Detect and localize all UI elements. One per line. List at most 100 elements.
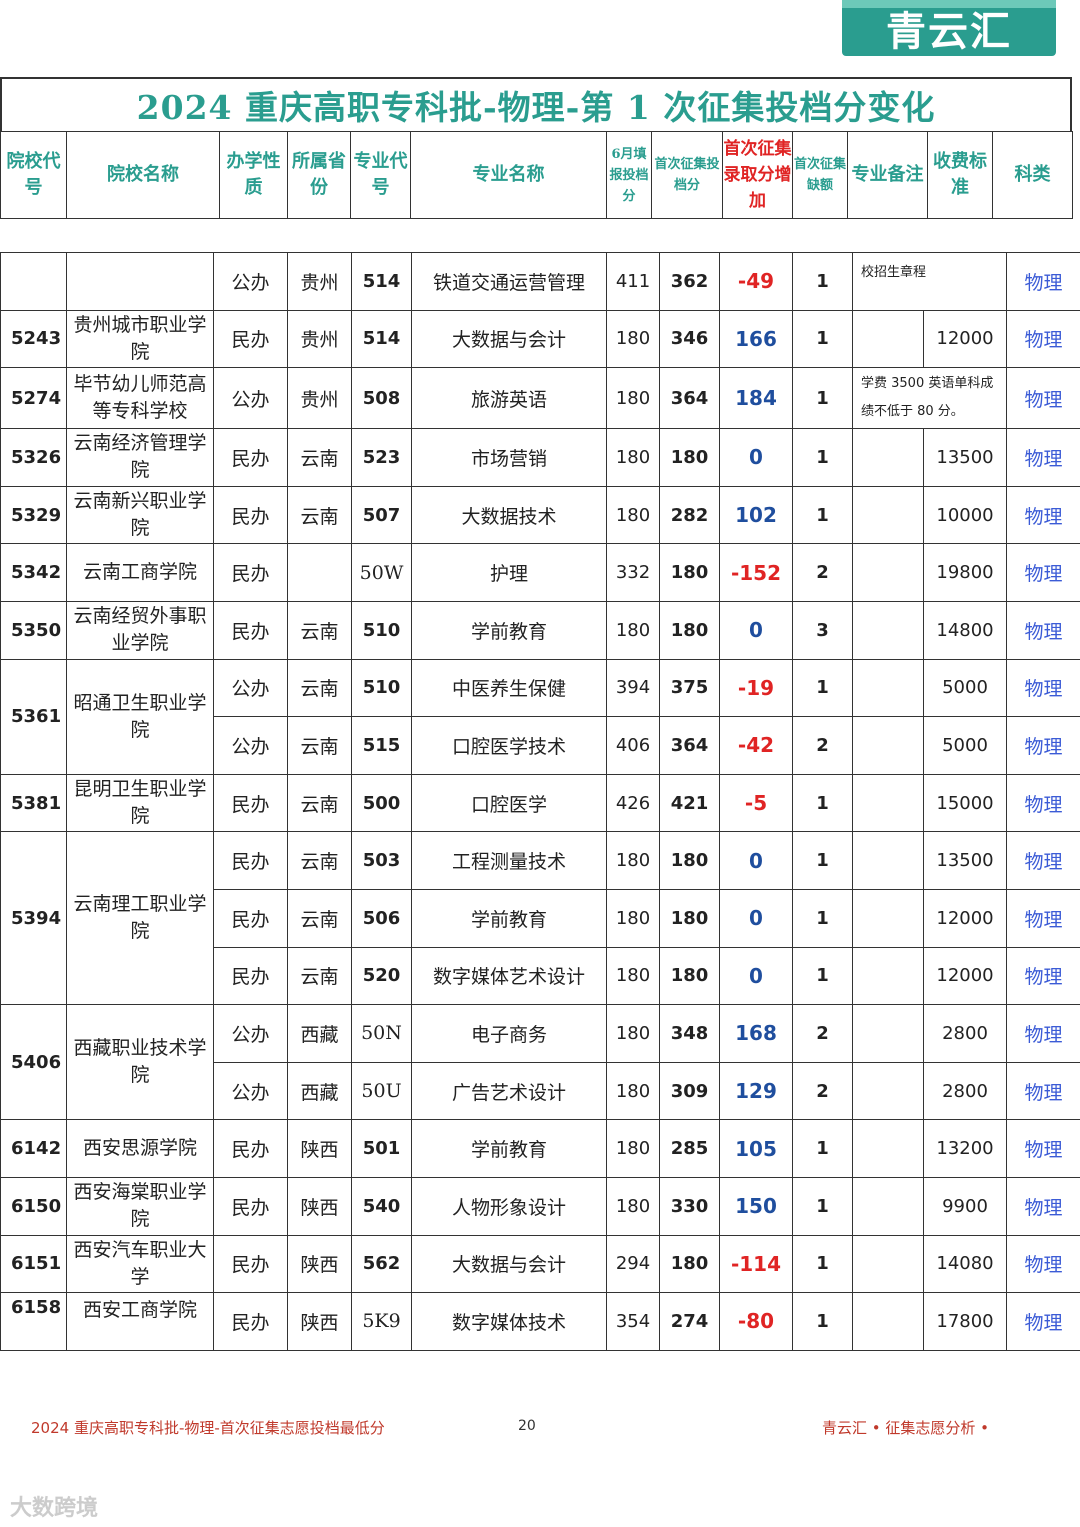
cell-major-name: 大数据技术	[411, 485, 607, 545]
cell-increase: 150	[719, 1176, 793, 1236]
cell-category: 物理	[1006, 600, 1080, 660]
cell-province: 云南	[287, 831, 352, 890]
cell-increase: 105	[719, 1119, 793, 1178]
header-remark: 专业备注	[847, 131, 928, 219]
cell-ownership: 民办	[213, 1176, 288, 1236]
cell-june-score: 411	[606, 252, 660, 311]
cell-category: 物理	[1006, 773, 1080, 833]
cell-remark	[852, 888, 924, 948]
cell-remark	[852, 773, 924, 833]
cell-remark	[852, 1292, 924, 1351]
cell-ownership: 民办	[213, 600, 288, 660]
header-school-name: 院校名称	[66, 131, 220, 219]
cell-increase: 184	[719, 367, 793, 430]
cell-june-score: 332	[606, 543, 660, 602]
cell-category: 物理	[1006, 1119, 1080, 1178]
cell-province: 云南	[287, 716, 352, 775]
cell-school-code: 5326	[0, 428, 67, 487]
header-increase: 首次征集录取分增加	[722, 131, 793, 219]
cell-school-name: 西安思源学院	[66, 1119, 214, 1178]
cell-june-score: 180	[606, 946, 660, 1006]
cell-first-score: 362	[659, 252, 720, 311]
cell-school-name: 云南理工职业学院	[66, 831, 214, 1006]
cell-vacancy: 1	[792, 831, 853, 890]
cell-first-score: 375	[659, 658, 720, 718]
cell-first-score: 330	[659, 1176, 720, 1236]
cell-increase: -42	[719, 716, 793, 775]
cell-increase: 0	[719, 946, 793, 1006]
cell-school-name: 毕节幼儿师范高等专科学校	[66, 367, 214, 430]
cell-school-code: 5406	[0, 1004, 67, 1121]
cell-fee: 15000	[922, 773, 1008, 833]
table-header: 院校代号 院校名称 办学性质 所属省份 专业代号 专业名称 6月填报投档分 首次…	[0, 131, 1073, 219]
table-row: 5342 云南工商学院 民办 50W 护理 332 180 -152 2 198…	[0, 543, 1080, 602]
cell-vacancy: 1	[792, 946, 853, 1006]
cell-province: 陕西	[287, 1234, 352, 1294]
cell-province: 云南	[287, 428, 352, 487]
page-number: 20	[518, 1418, 536, 1434]
cell-increase: 166	[719, 309, 793, 369]
cell-increase: -49	[719, 252, 793, 311]
cell-first-score: 180	[659, 831, 720, 890]
cell-province: 贵州	[287, 367, 352, 430]
cell-province: 陕西	[287, 1119, 352, 1178]
cell-major-name: 学前教育	[411, 888, 607, 948]
cell-major-code: 515	[351, 716, 412, 775]
cell-province: 贵州	[287, 252, 352, 311]
cell-fee: 2800	[922, 1061, 1008, 1121]
cell-ownership: 公办	[213, 658, 288, 718]
cell-school-code: 6158	[0, 1292, 67, 1351]
cell-increase: 168	[719, 1004, 793, 1063]
table-row: 5274 毕节幼儿师范高等专科学校 公办 贵州 508 旅游英语 180 364…	[0, 367, 1080, 430]
cell-increase: 0	[719, 600, 793, 660]
cell-province: 云南	[287, 658, 352, 718]
cell-province	[287, 543, 352, 602]
table-row: 6151 西安汽车职业大学 民办 陕西 562 大数据与会计 294 180 -…	[0, 1234, 1080, 1294]
cell-major-code: 540	[351, 1176, 412, 1236]
cell-major-name: 市场营销	[411, 428, 607, 487]
cell-june-score: 180	[606, 888, 660, 948]
cell-june-score: 406	[606, 716, 660, 775]
cell-school-code: 5350	[0, 600, 67, 660]
cell-first-score: 180	[659, 946, 720, 1006]
header-ownership: 办学性质	[219, 131, 288, 219]
cell-first-score: 285	[659, 1119, 720, 1178]
cell-remark	[852, 658, 924, 718]
cell-vacancy: 1	[792, 773, 853, 833]
cell-school-name: 贵州城市职业学院	[66, 309, 214, 369]
cell-major-name: 护理	[411, 543, 607, 602]
table-row: 5361 昭通卫生职业学院 公办 云南 510 中医养生保健 394 375 -…	[0, 658, 1080, 775]
header-june-score: 6月填报投档分	[606, 131, 652, 219]
cell-major-name: 铁道交通运营管理	[411, 252, 607, 311]
cell-remark	[852, 309, 924, 369]
cell-school-code: 5243	[0, 309, 67, 369]
cell-first-score: 180	[659, 888, 720, 948]
cell-major-code: 5K9	[351, 1292, 412, 1351]
cell-school-name: 昆明卫生职业学院	[66, 773, 214, 833]
cell-fee: 5000	[922, 716, 1008, 775]
cell-school-code	[0, 252, 67, 311]
cell-june-score: 394	[606, 658, 660, 718]
cell-fee: 17800	[922, 1292, 1008, 1351]
header-category: 科类	[992, 131, 1073, 219]
cell-ownership: 民办	[213, 309, 288, 369]
cell-june-score: 180	[606, 1061, 660, 1121]
cell-vacancy: 1	[792, 1176, 853, 1236]
cell-vacancy: 1	[792, 1119, 853, 1178]
cell-province: 西藏	[287, 1004, 352, 1063]
cell-remark	[852, 1004, 924, 1063]
cell-remark: 学费 3500 英语单科成绩不低于 80 分。	[851, 367, 1008, 430]
cell-remark	[852, 716, 924, 775]
cell-remark: 校招生章程	[851, 252, 1008, 311]
cell-increase: -152	[719, 543, 793, 602]
cell-major-name: 数字媒体技术	[411, 1292, 607, 1351]
cell-school-name: 昭通卫生职业学院	[66, 658, 214, 775]
cell-major-code: 507	[351, 485, 412, 545]
table-row: 5350 云南经贸外事职业学院 民办 云南 510 学前教育 180 180 0…	[0, 600, 1080, 660]
cell-fee: 13500	[922, 428, 1008, 487]
cell-june-score: 180	[606, 600, 660, 660]
cell-school-name: 西安工商学院	[66, 1292, 214, 1351]
cell-school-name: 云南经贸外事职业学院	[66, 600, 214, 660]
cell-school-code: 6151	[0, 1234, 67, 1294]
cell-vacancy: 1	[792, 252, 853, 311]
